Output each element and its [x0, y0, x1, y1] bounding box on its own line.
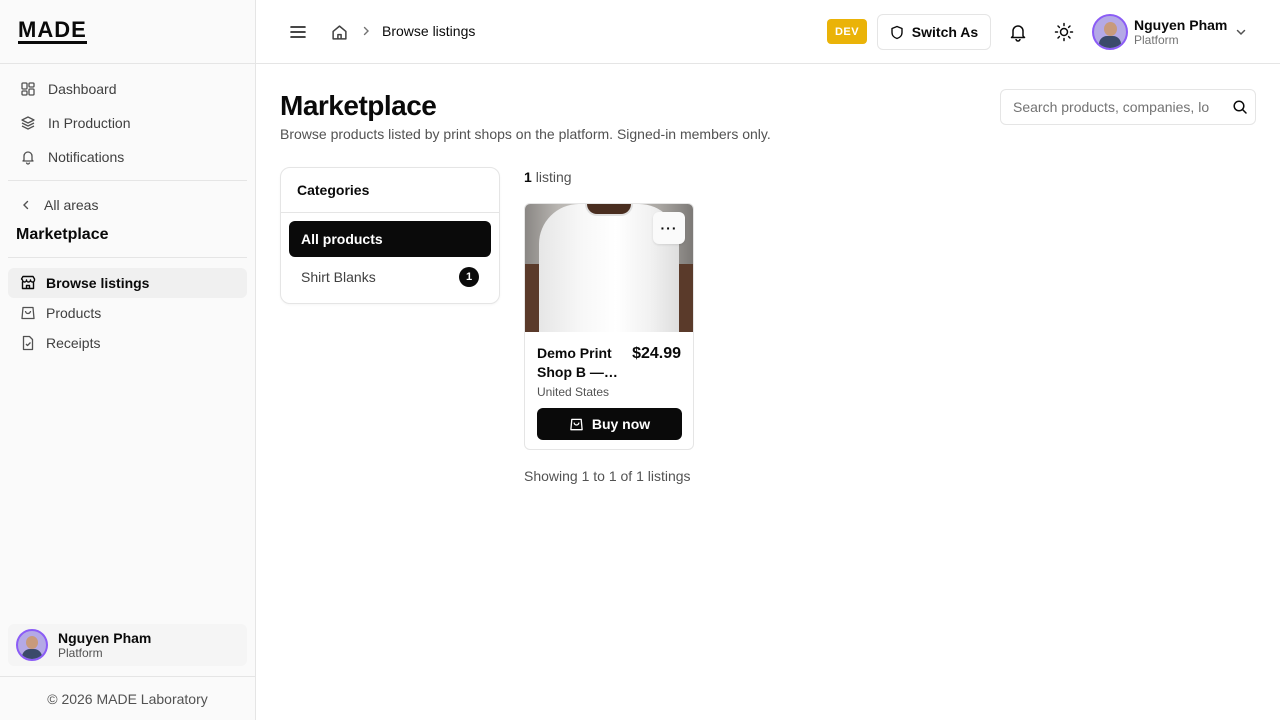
top-header: Browse listings DEV Switch As Nguyen Pha…	[256, 0, 1280, 64]
category-label: All products	[301, 231, 383, 247]
switch-as-label: Switch As	[911, 24, 979, 40]
breadcrumb-current: Browse listings	[382, 23, 476, 39]
sidebar-item-products[interactable]: Products	[8, 298, 247, 328]
env-badge: DEV	[827, 19, 867, 44]
category-label: Shirt Blanks	[301, 269, 376, 285]
logo-area: MADE	[0, 0, 255, 64]
product-image[interactable]: ···	[525, 204, 693, 332]
user-meta: Nguyen Pham Platform	[1134, 17, 1227, 47]
category-shirt-blanks[interactable]: Shirt Blanks 1	[289, 259, 491, 295]
all-areas-label: All areas	[44, 197, 99, 213]
sidebar-item-browse-listings[interactable]: Browse listings	[8, 268, 247, 298]
sidebar-item-in-production[interactable]: In Production	[8, 106, 247, 140]
page-title: Marketplace	[280, 90, 437, 121]
area-nav: Browse listings Products Receipts	[0, 264, 255, 358]
sidebar-item-label: Notifications	[48, 149, 125, 165]
page-subtitle: Browse products listed by print shops on…	[280, 126, 771, 142]
primary-nav: Dashboard In Production Notifications	[0, 64, 255, 174]
chevron-left-icon	[20, 199, 32, 211]
user-name: Nguyen Pham	[1134, 17, 1228, 33]
pagination-summary: Showing 1 to 1 of 1 listings	[524, 468, 691, 484]
area-title: Marketplace	[16, 226, 109, 243]
sidebar-item-label: Products	[46, 305, 102, 321]
shield-icon	[890, 25, 904, 40]
sidebar-footer: © 2026 MADE Laboratory	[0, 676, 255, 720]
avatar	[16, 629, 48, 661]
sidebar-divider	[8, 180, 247, 181]
layers-icon	[20, 115, 36, 131]
sidebar-item-label: In Production	[48, 115, 131, 131]
sidebar-user[interactable]: Nguyen Pham Platform	[8, 624, 247, 666]
listing-card[interactable]: ··· Demo Print Shop B — White T-Shirt $2…	[524, 203, 694, 450]
listing-count-number: 1	[524, 169, 532, 185]
header-user-menu[interactable]: Nguyen Pham Platform	[1092, 14, 1246, 50]
buy-now-label: Buy now	[591, 416, 651, 432]
theme-toggle-button[interactable]	[1054, 22, 1074, 42]
sidebar-item-receipts[interactable]: Receipts	[8, 328, 247, 358]
shopping-bag-icon	[20, 305, 36, 321]
sidebar: MADE Dashboard In Production Notificatio…	[0, 0, 256, 720]
categories-title: Categories	[281, 168, 499, 213]
sun-icon	[1054, 22, 1074, 42]
chevron-right-icon	[360, 24, 372, 38]
search-box	[1000, 89, 1256, 125]
sidebar-item-label: Dashboard	[48, 81, 117, 97]
avatar	[1092, 14, 1128, 50]
chevron-down-icon	[1234, 25, 1248, 39]
bell-icon	[20, 149, 36, 165]
sidebar-divider	[8, 257, 247, 258]
switch-as-button[interactable]: Switch As	[877, 14, 991, 50]
more-options-button[interactable]: ···	[653, 212, 685, 244]
shopping-bag-icon	[569, 417, 584, 432]
hamburger-icon	[289, 24, 307, 40]
ellipsis-icon: ···	[660, 220, 678, 236]
store-icon	[20, 275, 36, 291]
search-input[interactable]	[1001, 90, 1225, 124]
listing-card-body: Demo Print Shop B — White T-Shirt $24.99…	[525, 332, 693, 449]
categories-panel: Categories All products Shirt Blanks 1	[280, 167, 500, 304]
listing-price: $24.99	[632, 345, 681, 362]
listing-count: 1 listing	[524, 169, 572, 185]
sidebar-item-label: Browse listings	[46, 275, 150, 291]
home-icon	[331, 24, 348, 41]
main-content: Marketplace Browse products listed by pr…	[256, 64, 1280, 720]
breadcrumb-home[interactable]	[331, 22, 349, 42]
buy-now-button[interactable]: Buy now	[537, 408, 682, 440]
listing-count-label: listing	[535, 169, 572, 185]
notifications-button[interactable]	[1008, 22, 1028, 42]
listing-title[interactable]: Demo Print Shop B — White T-Shirt	[537, 344, 621, 382]
user-role: Platform	[58, 646, 103, 660]
categories-list: All products Shirt Blanks 1	[281, 213, 499, 305]
sidebar-item-label: Receipts	[46, 335, 101, 351]
listing-location: United States	[537, 385, 610, 399]
user-name: Nguyen Pham	[58, 630, 152, 646]
sidebar-item-notifications[interactable]: Notifications	[8, 140, 247, 174]
user-role: Platform	[1134, 33, 1179, 47]
all-areas-link[interactable]: All areas	[0, 187, 255, 223]
user-meta: Nguyen Pham Platform	[58, 630, 151, 660]
receipt-icon	[20, 335, 36, 351]
search-icon[interactable]	[1225, 99, 1255, 115]
bell-icon	[1008, 22, 1028, 42]
category-all-products[interactable]: All products	[289, 221, 491, 257]
menu-toggle-button[interactable]	[288, 22, 308, 42]
sidebar-item-dashboard[interactable]: Dashboard	[8, 72, 247, 106]
brand-logo[interactable]: MADE	[18, 18, 87, 44]
dashboard-icon	[20, 81, 36, 97]
category-count-badge: 1	[459, 267, 479, 287]
